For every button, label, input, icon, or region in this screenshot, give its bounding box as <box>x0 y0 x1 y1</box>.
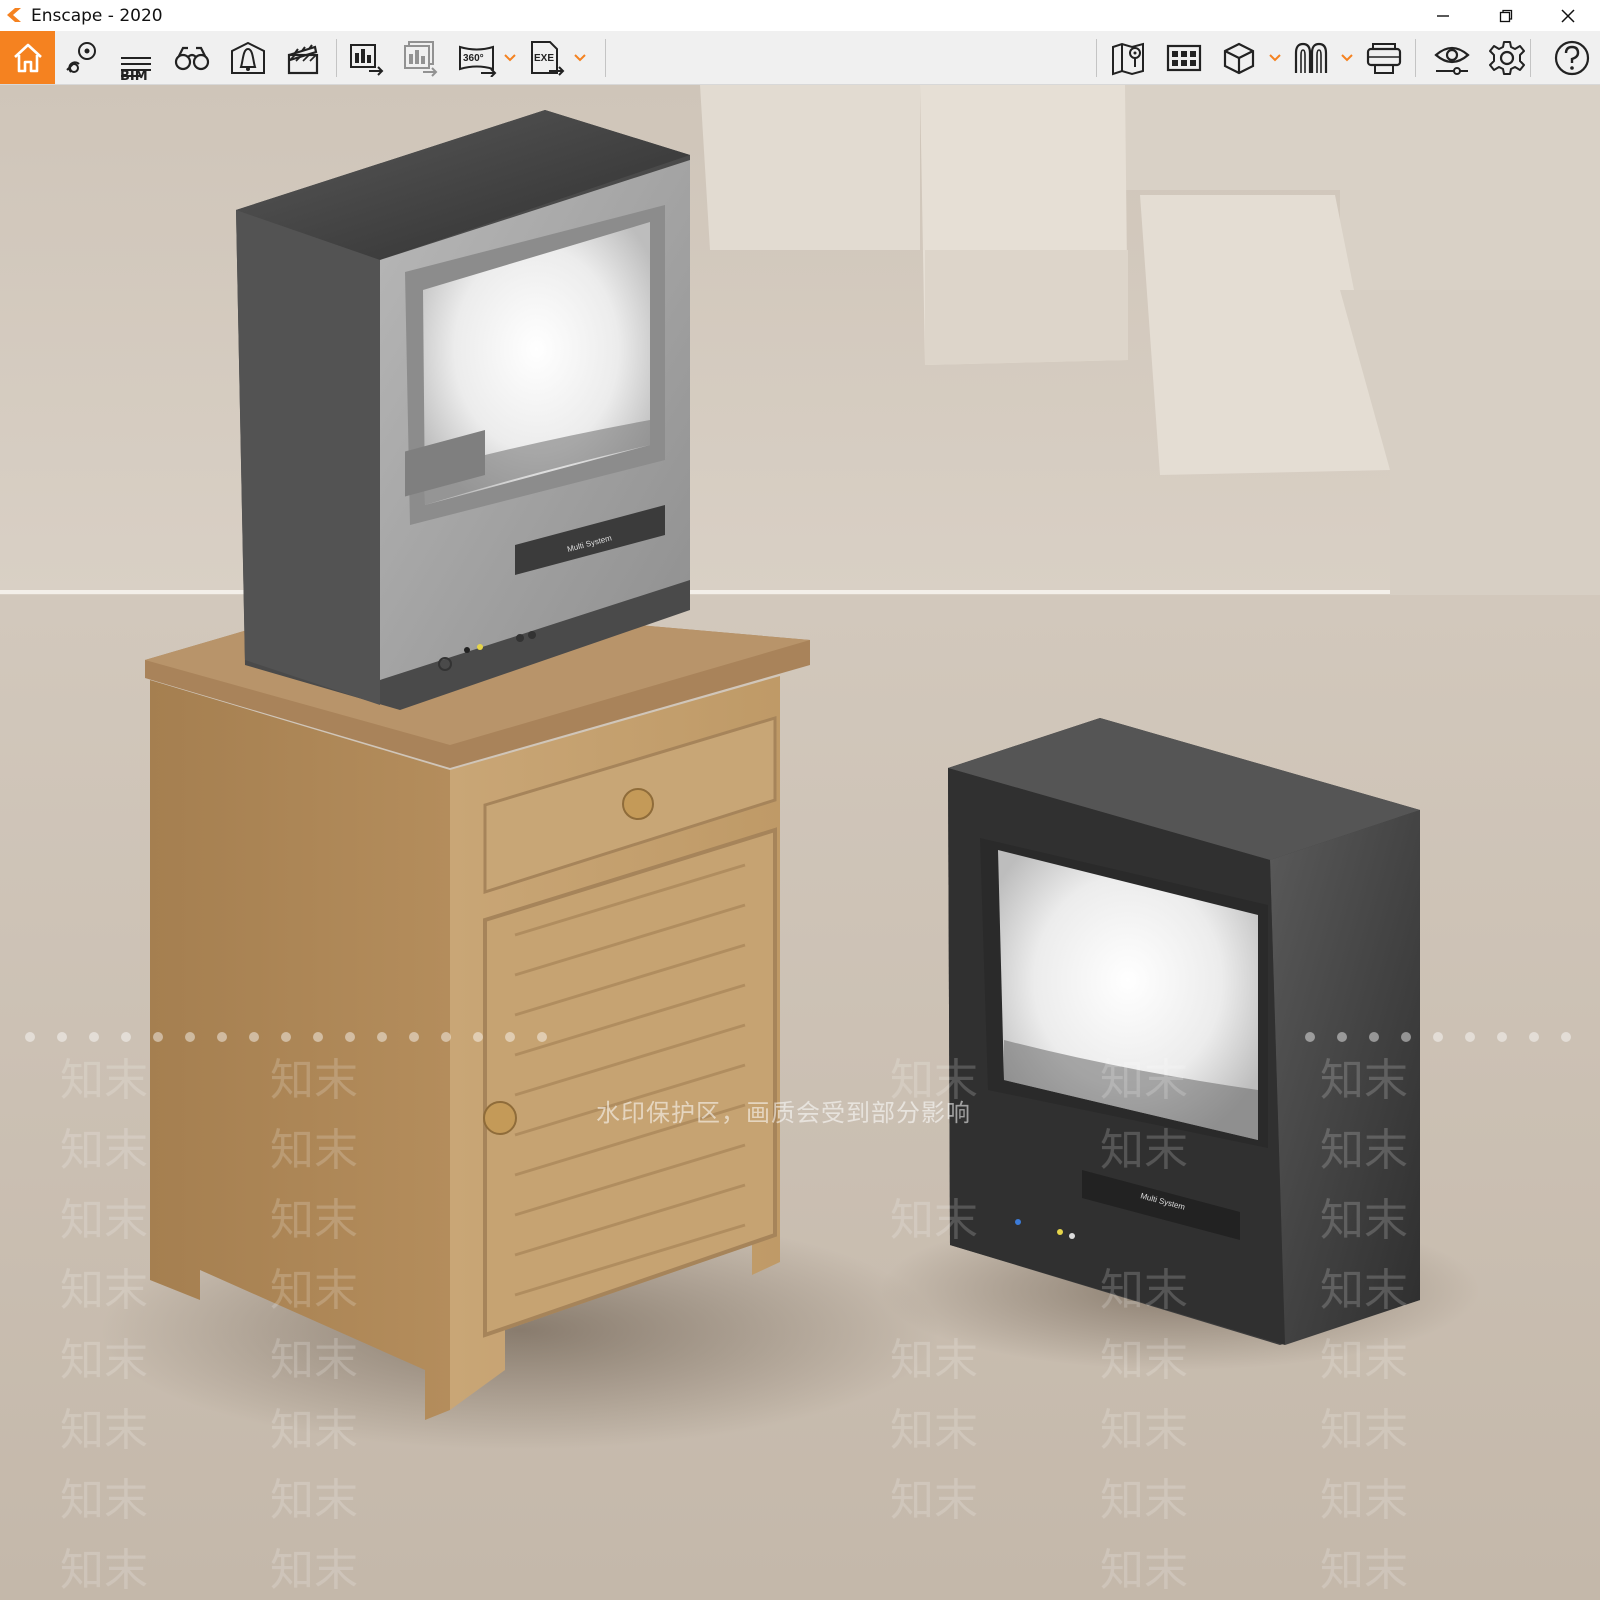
svg-text:360°: 360° <box>463 53 484 64</box>
help-button[interactable] <box>1551 37 1593 79</box>
svg-text:知末: 知末 <box>270 1476 358 1525</box>
minimize-icon <box>1437 14 1449 17</box>
watermark-notice: 水印保护区，画质会受到部分影响 <box>596 1100 971 1127</box>
map-pin-views-icon <box>66 42 96 73</box>
svg-text:知末: 知末 <box>890 1336 978 1385</box>
svg-text:知末: 知末 <box>890 1476 978 1525</box>
svg-text:知末: 知末 <box>1320 1406 1408 1455</box>
asset-library-button[interactable] <box>1163 37 1205 79</box>
exe-export-button[interactable]: EXE <box>525 37 567 79</box>
svg-text:知末: 知末 <box>1320 1266 1408 1315</box>
video-editor-button[interactable] <box>282 37 324 79</box>
minimize-button[interactable] <box>1413 0 1473 31</box>
svg-text:知末: 知末 <box>270 1336 358 1385</box>
material-editor-button[interactable] <box>1218 37 1260 79</box>
svg-text:知末: 知末 <box>890 1196 978 1245</box>
binoculars-icon <box>174 46 210 71</box>
panorama-button[interactable]: 360° <box>456 37 498 79</box>
asset-grid-icon <box>1166 44 1202 72</box>
svg-text:知末: 知末 <box>1320 1056 1408 1105</box>
batch-render-icon <box>404 41 438 77</box>
dark-crt-tv: Multi System <box>948 718 1420 1345</box>
svg-text:知末: 知末 <box>60 1476 148 1525</box>
restore-icon <box>1499 9 1513 22</box>
toolbar-separator <box>1530 39 1531 77</box>
chevron-down-icon[interactable] <box>573 51 587 65</box>
vr-headset-icon <box>1366 43 1402 74</box>
silver-crt-tv: Multi System <box>236 110 690 710</box>
svg-text:知末: 知末 <box>60 1406 148 1455</box>
svg-text:知末: 知末 <box>890 1406 978 1455</box>
render-viewport[interactable]: Multi System Multi System 知末 知末 知末 知末 知末… <box>0 85 1600 1600</box>
close-button[interactable] <box>1538 0 1598 31</box>
svg-text:知末: 知末 <box>1320 1126 1408 1175</box>
chevron-down-icon[interactable] <box>1340 51 1354 65</box>
bim-label: BIM <box>120 69 148 84</box>
svg-text:知末: 知末 <box>1320 1196 1408 1245</box>
views-button[interactable] <box>62 37 104 79</box>
atmosphere-button[interactable] <box>227 37 269 79</box>
chevron-down-icon[interactable] <box>1268 51 1282 65</box>
toolbar-separator <box>1415 39 1416 77</box>
svg-text:EXE: EXE <box>534 53 554 64</box>
svg-text:知末: 知末 <box>1100 1056 1188 1105</box>
vr-headset-button[interactable] <box>1363 37 1405 79</box>
svg-text:知末: 知末 <box>270 1266 358 1315</box>
door-knob <box>483 1101 517 1135</box>
window-title: Enscape - 2020 <box>31 6 163 26</box>
batch-render-button[interactable] <box>399 37 441 79</box>
drawer-knob <box>622 788 654 820</box>
svg-text:知末: 知末 <box>60 1336 148 1385</box>
cube-icon <box>1223 42 1255 75</box>
svg-text:知末: 知末 <box>1100 1126 1188 1175</box>
eye-settings-icon <box>1434 46 1470 75</box>
main-toolbar: BIM 360° EXE <box>0 31 1600 106</box>
toolbar-separator <box>336 39 337 77</box>
exe-export-icon: EXE <box>531 41 565 76</box>
svg-text:知末: 知末 <box>1100 1336 1188 1385</box>
svg-text:知末: 知末 <box>60 1546 148 1595</box>
orthographic-button[interactable] <box>171 37 213 79</box>
collaborative-annotation-button[interactable] <box>1290 37 1332 79</box>
visual-settings-button[interactable] <box>1431 37 1473 79</box>
svg-text:知末: 知末 <box>1100 1476 1188 1525</box>
svg-text:知末: 知末 <box>270 1056 358 1105</box>
svg-text:知末: 知末 <box>1320 1546 1408 1595</box>
svg-text:知末: 知末 <box>270 1126 358 1175</box>
svg-text:知末: 知末 <box>60 1266 148 1315</box>
toolbar-separator <box>1096 39 1097 77</box>
enscape-logo-icon <box>7 8 21 22</box>
panorama-360-icon: 360° <box>459 45 497 77</box>
svg-text:知末: 知末 <box>1320 1336 1408 1385</box>
svg-text:知末: 知末 <box>270 1406 358 1455</box>
help-icon <box>1554 40 1590 76</box>
svg-text:知末: 知末 <box>60 1056 148 1105</box>
svg-text:知末: 知末 <box>60 1196 148 1245</box>
restore-button[interactable] <box>1476 0 1536 31</box>
scene-render: Multi System Multi System 知末 知末 知末 知末 知末… <box>0 85 1600 1600</box>
general-settings-button[interactable] <box>1486 37 1528 79</box>
minimap-button[interactable] <box>1108 37 1150 79</box>
arches-icon <box>1294 42 1328 73</box>
clapperboard-icon <box>287 44 319 75</box>
home-icon <box>13 43 42 72</box>
svg-text:知末: 知末 <box>270 1196 358 1245</box>
home-button[interactable] <box>0 31 55 84</box>
title-bar: Enscape - 2020 <box>0 0 1600 31</box>
toolbar-separator <box>605 39 606 77</box>
gear-icon <box>1489 41 1525 75</box>
svg-text:知末: 知末 <box>1320 1476 1408 1525</box>
svg-text:知末: 知末 <box>1100 1406 1188 1455</box>
svg-text:知末: 知末 <box>270 1546 358 1595</box>
map-icon <box>1112 42 1144 76</box>
sun-house-icon <box>231 41 265 74</box>
svg-text:知末: 知末 <box>1100 1546 1188 1595</box>
svg-text:知末: 知末 <box>1100 1266 1188 1315</box>
svg-text:知末: 知末 <box>60 1126 148 1175</box>
close-icon <box>1561 8 1575 23</box>
screenshot-button[interactable] <box>345 37 387 79</box>
render-export-icon <box>350 44 384 76</box>
chevron-down-icon[interactable] <box>503 51 517 65</box>
